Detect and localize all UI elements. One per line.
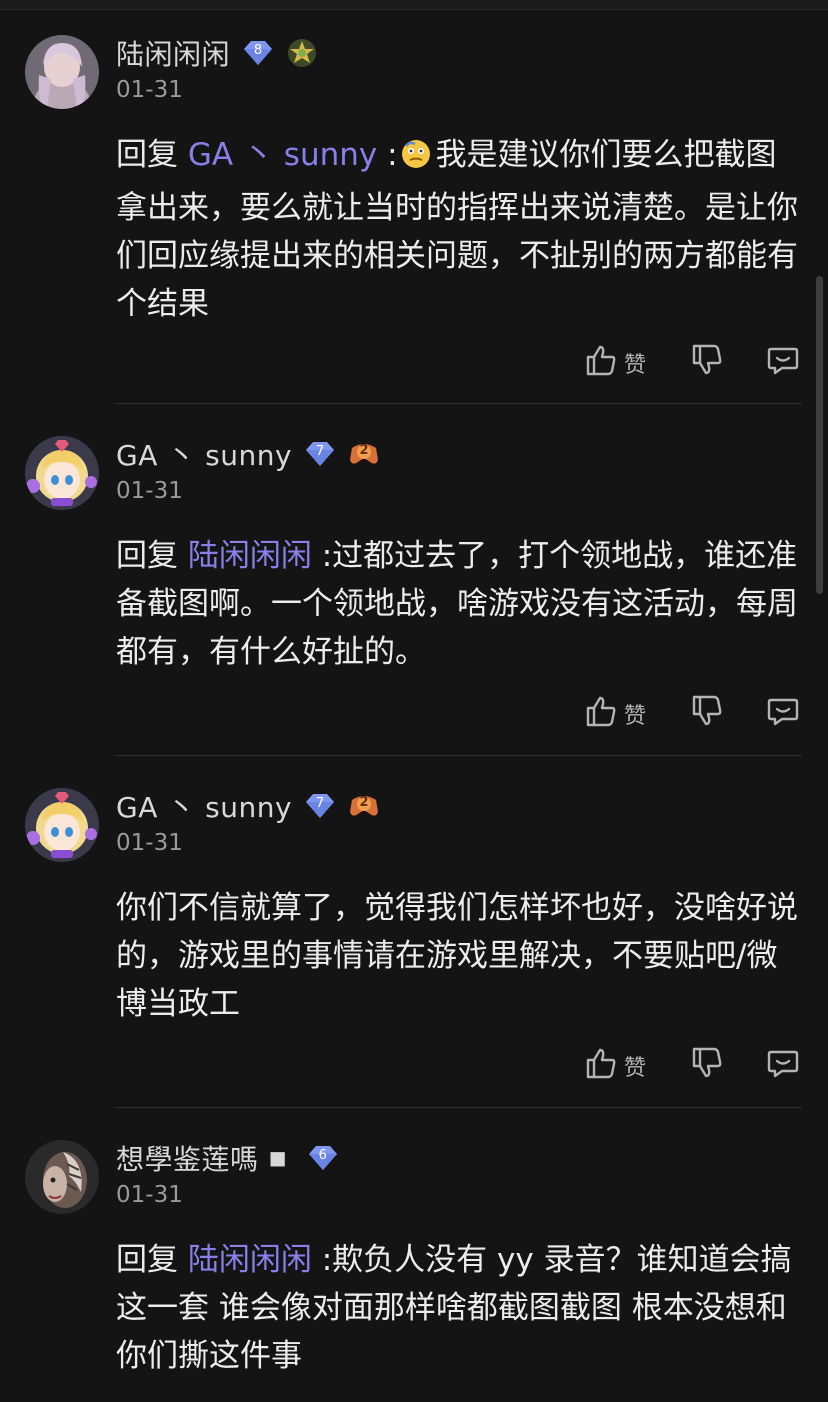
reply-label: 回复	[116, 1242, 178, 1278]
thinking-face-emoji-icon	[400, 136, 432, 184]
comment-body: 回复 陆闲闲闲 :过都过去了，打个领地战，谁还准备截图啊。一个领地战，啥游戏没有…	[116, 532, 806, 676]
avatar[interactable]	[25, 788, 99, 862]
comment-date: 01-31	[116, 77, 183, 103]
comment-bubble-icon	[766, 694, 800, 734]
comment-date: 01-31	[116, 830, 183, 856]
thumbs-up-icon	[584, 1046, 618, 1086]
mention-separator: :	[311, 1242, 333, 1278]
mention-separator: :	[377, 137, 398, 173]
comment-date: 01-31	[116, 1182, 183, 1208]
comment-actions: 赞	[584, 1046, 804, 1086]
like-label: 赞	[624, 1056, 647, 1081]
avatar[interactable]	[25, 436, 99, 510]
like-button[interactable]: 赞	[584, 1046, 646, 1086]
comment-text: 你们不信就算了，觉得我们怎样坏也好，没啥好说的，游戏里的事情请在游戏里解决，不要…	[116, 890, 798, 1022]
comment-body: 回复 陆闲闲闲 :欺负人没有 yy 录音？谁知道会搞这一套 谁会像对面那样啥都截…	[116, 1236, 806, 1380]
thumbs-down-icon	[690, 694, 724, 734]
comment-bubble-icon	[766, 1046, 800, 1086]
level-badge: 8	[240, 39, 276, 67]
comment-divider	[116, 403, 802, 404]
level-badge: 7	[302, 440, 338, 468]
scrollbar[interactable]	[816, 276, 823, 594]
mention-link[interactable]: 陆闲闲闲	[188, 1242, 312, 1278]
username[interactable]: 想學鉴莲嗎	[116, 1138, 259, 1178]
comment-bubble-icon	[766, 343, 800, 383]
comment-body: 你们不信就算了，觉得我们怎样坏也好，没啥好说的，游戏里的事情请在游戏里解决，不要…	[116, 884, 806, 1028]
like-label: 赞	[624, 353, 647, 378]
username[interactable]: GA 丶 sunny	[116, 434, 292, 474]
avatar[interactable]	[25, 1140, 99, 1214]
username[interactable]: GA 丶 sunny	[116, 786, 292, 826]
username[interactable]: 陆闲闲闲	[116, 33, 230, 73]
dislike-button[interactable]	[690, 694, 724, 734]
dislike-button[interactable]	[690, 1046, 724, 1086]
comment-actions: 赞	[584, 694, 804, 734]
like-label: 赞	[624, 704, 647, 729]
thumbs-up-icon	[584, 343, 618, 383]
comment-body: 回复 GA 丶 sunny : 我是建议你们要么把截图拿出来，要么就让当时的指挥出…	[116, 131, 806, 328]
medal-icon	[286, 37, 318, 69]
mention-link[interactable]: GA 丶 sunny	[188, 137, 377, 173]
mention-separator: :	[311, 538, 333, 574]
mention-link[interactable]: 陆闲闲闲	[188, 538, 312, 574]
thumbs-up-icon	[584, 694, 618, 734]
reply-button[interactable]	[766, 694, 800, 734]
thumbs-down-icon	[690, 1046, 724, 1086]
like-button[interactable]: 赞	[584, 694, 646, 734]
comment-date: 01-31	[116, 478, 183, 504]
thumbs-down-icon	[690, 343, 724, 383]
like-button[interactable]: 赞	[584, 343, 646, 383]
avatar[interactable]	[25, 35, 99, 109]
level-badge: 7	[302, 792, 338, 820]
username-suffix: ◼	[268, 1145, 287, 1171]
comment-divider	[116, 755, 802, 756]
reply-button[interactable]	[766, 343, 800, 383]
top-edge-bar	[0, 0, 828, 10]
game-badge: 2	[348, 792, 380, 820]
comment-actions: 赞	[584, 343, 804, 383]
dislike-button[interactable]	[690, 343, 724, 383]
reply-label: 回复	[116, 137, 178, 173]
reply-label: 回复	[116, 538, 178, 574]
level-badge: 6	[305, 1144, 341, 1172]
comment-divider	[116, 1107, 802, 1108]
reply-button[interactable]	[766, 1046, 800, 1086]
game-badge: 2	[348, 440, 380, 468]
